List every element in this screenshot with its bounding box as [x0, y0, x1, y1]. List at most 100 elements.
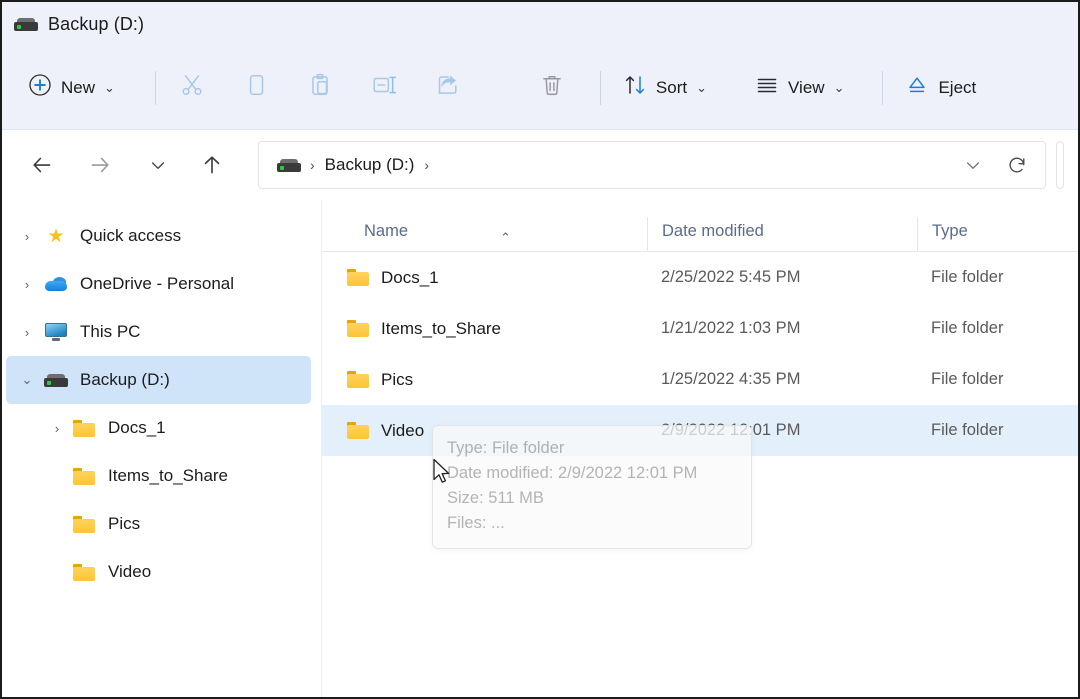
refresh-button[interactable]	[995, 145, 1039, 185]
chevron-right-icon[interactable]: ›	[44, 421, 70, 436]
chevron-right-icon[interactable]: ›	[12, 229, 42, 244]
sidebar-item-label: Docs_1	[108, 418, 166, 438]
toolbar-divider-2	[600, 71, 601, 105]
sidebar-item-label: Video	[108, 562, 151, 582]
tooltip-date-modified: Date modified: 2/9/2022 12:01 PM	[447, 461, 737, 486]
cut-button[interactable]	[166, 66, 218, 110]
folder-icon	[70, 420, 98, 437]
view-button-label: View	[788, 78, 825, 98]
table-row[interactable]: Items_to_Share 1/21/2022 1:03 PM File fo…	[322, 303, 1078, 354]
file-list-view: Name ⌃ Date modified Type Docs_1 2/25/20…	[322, 200, 1078, 697]
content-area: › ★ Quick access › OneDrive - Personal ›…	[2, 200, 1078, 697]
sidebar-item-docs-1[interactable]: › Docs_1	[6, 404, 311, 452]
toolbar-divider-3	[882, 71, 883, 105]
folder-icon	[70, 516, 98, 533]
new-button-label: New	[61, 78, 95, 98]
recent-locations-button[interactable]	[138, 145, 178, 185]
chevron-down-icon[interactable]: ⌄	[696, 81, 707, 94]
chevron-right-icon[interactable]: ›	[12, 325, 42, 340]
title-bar: Backup (D:)	[2, 2, 1078, 46]
command-bar: New ⌄	[2, 46, 1078, 130]
sort-ascending-caret-icon: ⌃	[500, 230, 511, 246]
file-name: Video	[381, 421, 424, 441]
file-tooltip: Type: File folder Date modified: 2/9/202…	[432, 425, 752, 549]
navigation-bar: › Backup (D:) ›	[2, 130, 1078, 200]
copy-icon	[243, 72, 269, 103]
sidebar-item-backup-drive[interactable]: ⌄ Backup (D:)	[6, 356, 311, 404]
sidebar-item-label: OneDrive - Personal	[80, 274, 234, 294]
address-dropdown-button[interactable]	[951, 145, 995, 185]
view-lines-icon	[755, 73, 779, 102]
sidebar-item-label: Quick access	[80, 226, 181, 246]
column-header-date-modified[interactable]: Date modified	[647, 217, 917, 251]
new-button[interactable]: New ⌄	[16, 66, 127, 110]
sidebar-item-items-to-share[interactable]: Items_to_Share	[6, 452, 311, 500]
plus-circle-icon	[28, 73, 52, 102]
breadcrumb-separator-trailing[interactable]: ›	[421, 157, 432, 173]
file-name: Pics	[381, 370, 413, 390]
file-type: File folder	[917, 421, 1067, 440]
sidebar-item-video[interactable]: Video	[6, 548, 311, 596]
search-box[interactable]	[1056, 141, 1064, 189]
window-title: Backup (D:)	[48, 14, 144, 35]
table-row[interactable]: Docs_1 2/25/2022 5:45 PM File folder	[322, 252, 1078, 303]
share-button[interactable]	[422, 66, 474, 110]
delete-button[interactable]	[526, 66, 578, 110]
trash-icon	[539, 72, 565, 103]
copy-button[interactable]	[230, 66, 282, 110]
rename-button[interactable]	[358, 66, 410, 110]
column-header-type-label: Type	[932, 222, 968, 241]
file-date-modified: 2/25/2022 5:45 PM	[647, 268, 917, 287]
share-icon	[435, 72, 461, 103]
up-button[interactable]	[192, 145, 232, 185]
file-type: File folder	[917, 268, 1067, 287]
rename-icon	[371, 72, 397, 103]
cloud-icon	[42, 277, 70, 291]
eject-button-label: Eject	[938, 78, 976, 98]
sort-button[interactable]: Sort ⌄	[611, 66, 719, 110]
chevron-right-icon[interactable]: ›	[12, 277, 42, 292]
file-name-cell: Items_to_Share	[322, 319, 647, 339]
file-name-cell: Docs_1	[322, 268, 647, 288]
paste-button[interactable]	[294, 66, 346, 110]
file-name: Items_to_Share	[381, 319, 501, 339]
file-type: File folder	[917, 319, 1067, 338]
folder-icon	[347, 269, 369, 286]
address-bar[interactable]: › Backup (D:) ›	[258, 141, 1046, 189]
file-name: Docs_1	[381, 268, 439, 288]
sidebar-item-this-pc[interactable]: › This PC	[6, 308, 311, 356]
folder-icon	[347, 320, 369, 337]
toolbar-divider-1	[155, 71, 156, 105]
sidebar-item-quick-access[interactable]: › ★ Quick access	[6, 212, 311, 260]
star-icon: ★	[42, 227, 70, 246]
breadcrumb-item-drive[interactable]: Backup (D:)	[318, 155, 422, 175]
eject-button[interactable]: Eject	[893, 66, 988, 110]
chevron-down-icon[interactable]: ⌄	[104, 81, 115, 94]
forward-button[interactable]	[80, 145, 120, 185]
column-header-type[interactable]: Type	[917, 217, 1067, 251]
sidebar-item-pics[interactable]: Pics	[6, 500, 311, 548]
drive-icon	[277, 158, 301, 172]
back-button[interactable]	[22, 145, 62, 185]
sidebar-item-label: This PC	[80, 322, 140, 342]
folder-icon	[347, 371, 369, 388]
sort-button-label: Sort	[656, 78, 687, 98]
column-header-name[interactable]: Name ⌃	[322, 222, 647, 251]
sidebar-item-label: Pics	[108, 514, 140, 534]
sort-arrows-icon	[623, 73, 647, 102]
file-date-modified: 1/25/2022 4:35 PM	[647, 370, 917, 389]
drive-icon	[42, 373, 70, 387]
chevron-down-icon[interactable]: ⌄	[12, 372, 42, 388]
table-row[interactable]: Pics 1/25/2022 4:35 PM File folder	[322, 354, 1078, 405]
sidebar-item-onedrive[interactable]: › OneDrive - Personal	[6, 260, 311, 308]
file-name-cell: Pics	[322, 370, 647, 390]
file-date-modified: 1/21/2022 1:03 PM	[647, 319, 917, 338]
view-button[interactable]: View ⌄	[743, 66, 856, 110]
navigation-pane: › ★ Quick access › OneDrive - Personal ›…	[2, 200, 322, 697]
file-type: File folder	[917, 370, 1067, 389]
folder-icon	[70, 468, 98, 485]
chevron-down-icon[interactable]: ⌄	[834, 81, 845, 94]
eject-icon	[905, 73, 929, 102]
tooltip-size: Size: 511 MB	[447, 486, 737, 511]
drive-icon	[14, 17, 38, 31]
